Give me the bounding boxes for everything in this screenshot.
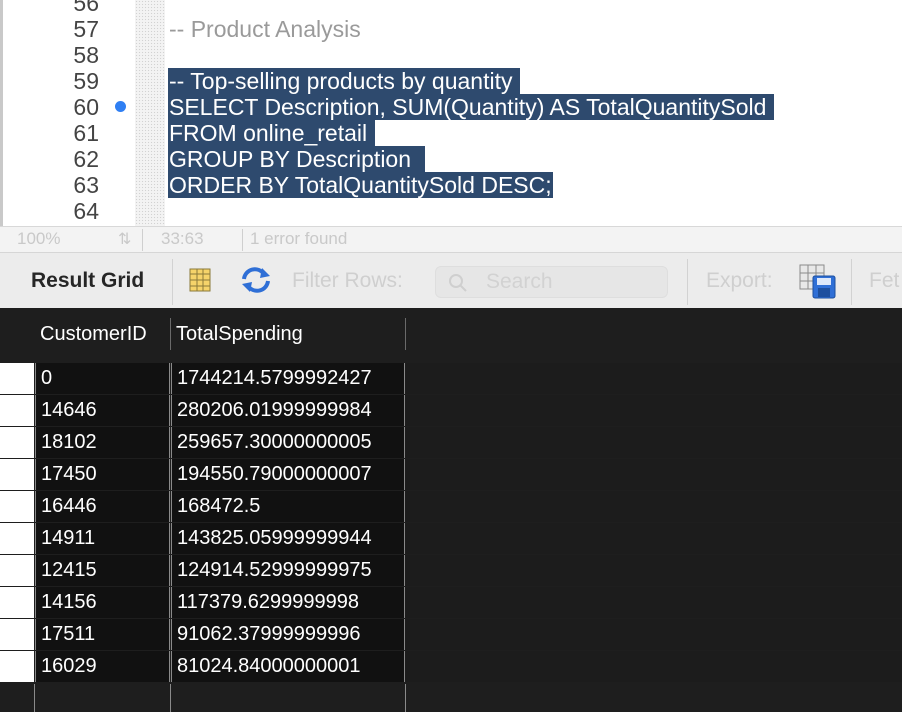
search-icon [449,274,467,292]
grid-line [34,684,35,712]
table-row[interactable]: 0 1744214.5799992427 [0,363,902,394]
row-header[interactable] [0,619,34,650]
row-header[interactable] [0,651,34,682]
row-header[interactable] [0,427,34,458]
line-number: 60 [73,94,99,120]
row-header[interactable] [0,587,34,618]
grid-layout-icon[interactable] [189,268,211,292]
row-header[interactable] [0,395,34,426]
wrap-cell-icon[interactable] [240,267,272,293]
cell-customerid[interactable]: 14156 [35,587,170,618]
row-header[interactable] [0,459,34,490]
search-placeholder: Search [486,270,553,293]
row-filler [405,651,902,682]
row-filler [405,459,902,490]
cell-totalspending[interactable]: 91062.37999999996 [171,619,405,650]
result-toolbar: Result Grid Filter Rows: Search Export: [0,252,902,310]
search-input[interactable]: Search [435,266,668,298]
zoom-level[interactable]: 100% [17,229,60,249]
code-line-selected[interactable]: ORDER BY TotalQuantitySold DESC; [168,172,553,198]
stepper-icon[interactable]: ⇅ [118,229,131,249]
code-line-selected[interactable]: FROM online_retail [168,120,375,146]
row-filler [405,427,902,458]
line-number: 62 [73,146,99,172]
line-number-gutter: 56 57 58 59 60 61 62 63 64 [3,0,135,226]
table-row[interactable]: 18102 259657.30000000005 [0,427,902,458]
cell-customerid[interactable]: 16029 [35,651,170,682]
cell-customerid[interactable]: 17450 [35,459,170,490]
cell-totalspending[interactable]: 168472.5 [171,491,405,522]
cursor-position: 33:63 [161,229,204,248]
cell-customerid[interactable]: 12415 [35,555,170,586]
fetch-rows-label: Fet [869,269,900,292]
code-line-selected[interactable]: -- Top-selling products by quantity [168,68,520,94]
row-filler [405,619,902,650]
sql-editor[interactable]: 56 57 58 59 60 61 62 63 64 -- Product An… [0,0,902,226]
cell-customerid[interactable]: 0 [35,363,170,394]
table-row[interactable]: 12415 124914.52999999975 [0,555,902,586]
table-row[interactable]: 16029 81024.84000000001 [0,651,902,682]
cell-totalspending[interactable]: 124914.52999999975 [171,555,405,586]
toolbar-divider [687,259,688,305]
line-number: 61 [73,120,99,146]
row-filler [405,395,902,426]
cell-customerid[interactable]: 16446 [35,491,170,522]
export-file-icon[interactable] [799,264,837,300]
status-divider [142,229,143,251]
column-header-customerid[interactable]: CustomerID [35,318,170,350]
row-filler [405,587,902,618]
row-filler [405,491,902,522]
cell-customerid[interactable]: 14911 [35,523,170,554]
breakpoint-marker[interactable] [115,101,126,112]
cell-customerid[interactable]: 18102 [35,427,170,458]
filter-rows-label: Filter Rows: [292,269,403,292]
line-number: 59 [73,68,99,94]
row-header[interactable] [0,363,34,394]
row-header[interactable] [0,523,34,554]
fold-margin [135,0,165,226]
row-header[interactable] [0,491,34,522]
result-grid[interactable]: CustomerID TotalSpending 0 1744214.57999… [0,308,902,712]
cell-totalspending[interactable]: 259657.30000000005 [171,427,405,458]
code-line-comment[interactable]: -- Product Analysis [168,16,362,42]
column-header-divider [405,318,406,350]
row-filler [405,363,902,394]
error-count[interactable]: 1 error found [250,229,347,249]
line-number: 63 [73,172,99,198]
line-number: 58 [73,42,99,68]
toolbar-divider [172,259,173,305]
row-header[interactable] [0,555,34,586]
cell-totalspending[interactable]: 143825.05999999944 [171,523,405,554]
cell-customerid[interactable]: 14646 [35,395,170,426]
line-number: 56 [73,0,99,16]
code-line-selected[interactable]: SELECT Description, SUM(Quantity) AS Tot… [168,94,774,120]
grid-line [405,684,406,712]
table-row[interactable]: 16446 168472.5 [0,491,902,522]
cell-totalspending[interactable]: 81024.84000000001 [171,651,405,682]
toolbar-divider [851,259,852,305]
table-row[interactable]: 17450 194550.79000000007 [0,459,902,490]
line-number: 57 [73,16,99,42]
line-number: 64 [73,198,99,224]
table-row[interactable]: 14911 143825.05999999944 [0,523,902,554]
status-divider [242,229,243,251]
row-filler [405,555,902,586]
table-row[interactable]: 14646 280206.01999999984 [0,395,902,426]
code-line-selected[interactable]: GROUP BY Description [168,146,425,172]
result-grid-tab[interactable]: Result Grid [31,269,144,293]
grid-line [170,684,171,712]
table-row[interactable]: 14156 117379.6299999998 [0,587,902,618]
row-filler [405,523,902,554]
cell-totalspending[interactable]: 280206.01999999984 [171,395,405,426]
cell-totalspending[interactable]: 117379.6299999998 [171,587,405,618]
cell-customerid[interactable]: 17511 [35,619,170,650]
cell-totalspending[interactable]: 1744214.5799992427 [171,363,405,394]
table-row[interactable]: 17511 91062.37999999996 [0,619,902,650]
column-header-totalspending[interactable]: TotalSpending [171,318,405,350]
editor-status-bar: 100% ⇅ 33:63 1 error found [0,226,902,253]
export-label: Export: [706,269,773,292]
cell-totalspending[interactable]: 194550.79000000007 [171,459,405,490]
